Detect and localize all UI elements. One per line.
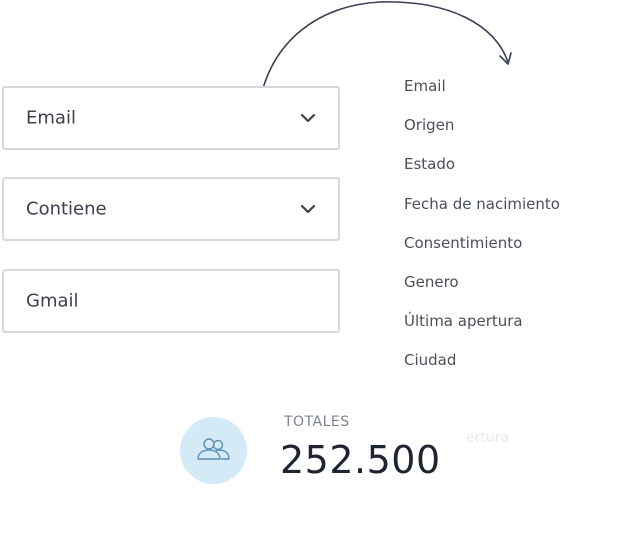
users-icon — [197, 438, 230, 460]
option-consentimiento[interactable]: Consentimiento — [404, 233, 604, 272]
option-ultima-apertura[interactable]: Última apertura — [404, 311, 604, 350]
field-select[interactable]: Email — [2, 86, 340, 150]
totals-label: TOTALES — [284, 414, 350, 430]
operator-select-value: Contiene — [26, 198, 107, 220]
value-input[interactable]: Gmail — [2, 269, 340, 333]
totals-value: 252.500 — [280, 438, 441, 482]
chevron-down-icon — [300, 204, 316, 214]
users-avatar — [180, 417, 247, 484]
value-input-text: Gmail — [26, 290, 79, 312]
option-estado[interactable]: Estado — [404, 154, 604, 193]
ghost-option-text: ertura — [466, 430, 510, 446]
operator-select[interactable]: Contiene — [2, 177, 340, 241]
chevron-down-icon — [300, 113, 316, 123]
field-options-list: Email Origen Estado Fecha de nacimiento … — [404, 76, 604, 390]
option-origen[interactable]: Origen — [404, 115, 604, 154]
option-genero[interactable]: Genero — [404, 272, 604, 311]
field-select-value: Email — [26, 107, 76, 129]
option-fecha-nacimiento[interactable]: Fecha de nacimiento — [404, 194, 604, 233]
option-email[interactable]: Email — [404, 76, 604, 115]
option-ciudad[interactable]: Ciudad — [404, 350, 604, 389]
